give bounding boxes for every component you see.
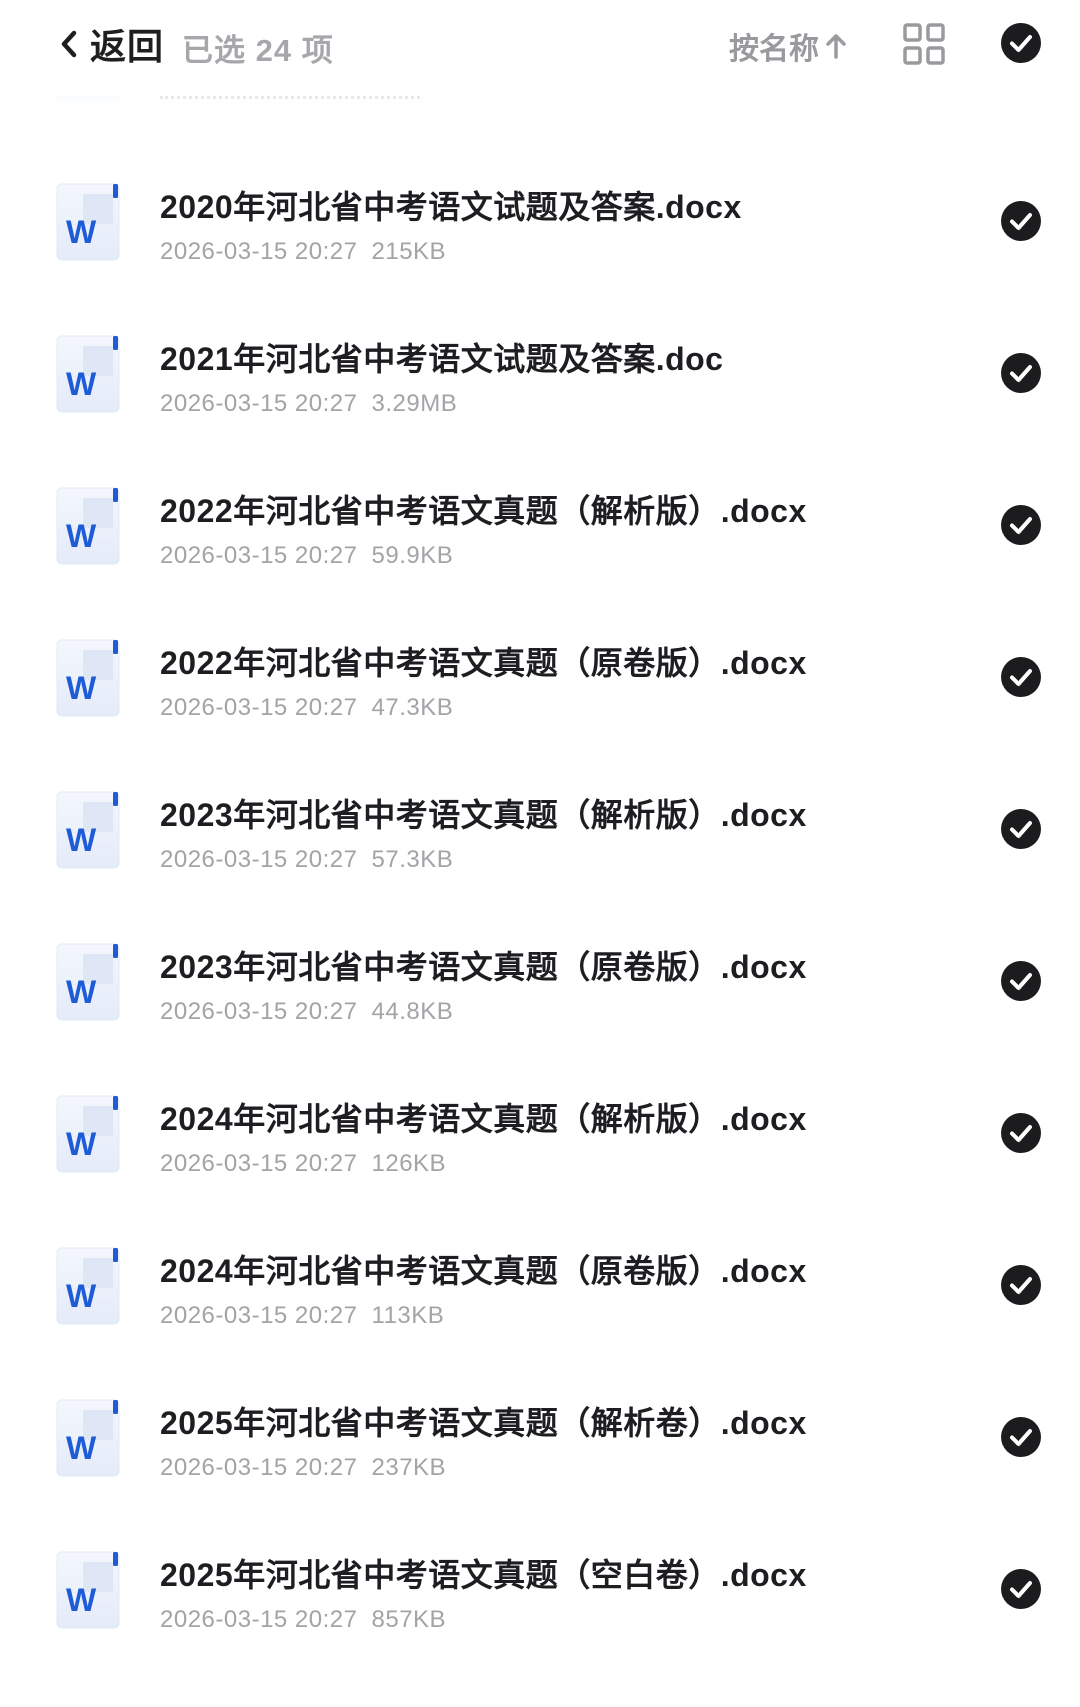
file-name: 2024年河北省中考语文真题（原卷版）.docx xyxy=(160,1253,807,1289)
file-date: 2026-03-15 20:27 xyxy=(160,542,358,569)
checkmark-circle-icon[interactable] xyxy=(1000,808,1042,850)
file-name: 2023年河北省中考语文真题（解析版）.docx xyxy=(160,797,807,833)
back-label: 返回 xyxy=(90,26,165,67)
top-bar: 返回 已选 24 项 按名称 xyxy=(0,0,1080,96)
file-row[interactable]: W 2022年河北省中考语文真题（解析版）.docx 2026-03-15 20… xyxy=(0,484,1080,624)
file-meta: 2026-03-15 20:27 857KB xyxy=(160,1606,446,1634)
file-meta: 2026-03-15 20:27 237KB xyxy=(160,1454,446,1482)
file-row[interactable]: W 2024年河北省中考语文真题（原卷版）.docx 2026-03-15 20… xyxy=(0,1244,1080,1384)
file-date: 2026-03-15 20:27 xyxy=(160,1150,358,1177)
svg-text:W: W xyxy=(66,822,97,858)
sort-label: 按名称 xyxy=(729,33,819,66)
file-size: 126KB xyxy=(371,1150,447,1177)
file-selection-screen: 返回 已选 24 项 按名称 W 2020年河北省中考语文试题及答案.docx … xyxy=(0,0,1080,1707)
file-date: 2026-03-15 20:27 xyxy=(160,846,358,873)
checkmark-circle-icon[interactable] xyxy=(1000,656,1042,698)
checkmark-circle-icon[interactable] xyxy=(1000,504,1042,546)
word-document-icon: W xyxy=(55,332,125,416)
file-name: 2022年河北省中考语文真题（解析版）.docx xyxy=(160,493,807,529)
checkmark-circle-icon[interactable] xyxy=(1000,352,1042,394)
word-document-icon: W xyxy=(55,1244,125,1328)
file-row[interactable]: W 2023年河北省中考语文真题（原卷版）.docx 2026-03-15 20… xyxy=(0,940,1080,1080)
file-meta: 2026-03-15 20:27 3.29MB xyxy=(160,390,457,418)
svg-text:W: W xyxy=(66,214,97,250)
file-date: 2026-03-15 20:27 xyxy=(160,1454,358,1481)
checkmark-circle-icon[interactable] xyxy=(1000,960,1042,1002)
file-size: 237KB xyxy=(371,1454,447,1481)
svg-text:W: W xyxy=(66,1430,97,1466)
file-date: 2026-03-15 20:27 xyxy=(160,694,358,721)
file-size: 857KB xyxy=(371,1606,447,1633)
select-all-checkmark-icon[interactable] xyxy=(1000,22,1042,64)
file-meta: 2026-03-15 20:27 126KB xyxy=(160,1150,446,1178)
file-size: 113KB xyxy=(371,1302,445,1329)
svg-text:W: W xyxy=(66,974,97,1010)
svg-text:W: W xyxy=(66,518,97,554)
file-row[interactable]: W 2022年河北省中考语文真题（原卷版）.docx 2026-03-15 20… xyxy=(0,636,1080,776)
file-row[interactable]: W 2023年河北省中考语文真题（解析版）.docx 2026-03-15 20… xyxy=(0,788,1080,928)
arrow-up-icon xyxy=(825,33,847,59)
selected-count: 已选 24 项 xyxy=(182,33,334,68)
file-date: 2026-03-15 20:27 xyxy=(160,998,358,1025)
file-row[interactable]: W 2020年河北省中考语文试题及答案.docx 2026-03-15 20:2… xyxy=(0,180,1080,320)
file-name: 2025年河北省中考语文真题（解析卷）.docx xyxy=(160,1405,807,1441)
sort-by-name-button[interactable]: 按名称 xyxy=(729,24,847,68)
file-meta: 2026-03-15 20:27 113KB xyxy=(160,1302,444,1330)
file-row[interactable]: W 2021年河北省中考语文试题及答案.doc 2026-03-15 20:27… xyxy=(0,332,1080,472)
word-document-icon: W xyxy=(55,1396,125,1480)
word-document-icon: W xyxy=(55,484,125,568)
file-name: 2021年河北省中考语文试题及答案.doc xyxy=(160,341,724,377)
file-name: 2025年河北省中考语文真题（空白卷）.docx xyxy=(160,1557,807,1593)
file-size: 47.3KB xyxy=(371,694,454,721)
word-document-icon: W xyxy=(55,180,125,264)
checkmark-circle-icon[interactable] xyxy=(1000,1416,1042,1458)
checkmark-circle-icon[interactable] xyxy=(1000,1112,1042,1154)
file-name: 2023年河北省中考语文真题（原卷版）.docx xyxy=(160,949,807,985)
file-name: 2022年河北省中考语文真题（原卷版）.docx xyxy=(160,645,807,681)
file-date: 2026-03-15 20:27 xyxy=(160,1302,358,1329)
checkmark-circle-icon[interactable] xyxy=(1000,1264,1042,1306)
checkmark-circle-icon[interactable] xyxy=(1000,1568,1042,1610)
svg-text:W: W xyxy=(66,1126,97,1162)
file-meta: 2026-03-15 20:27 57.3KB xyxy=(160,846,453,874)
file-name: 2024年河北省中考语文真题（解析版）.docx xyxy=(160,1101,807,1137)
file-date: 2026-03-15 20:27 xyxy=(160,238,358,265)
file-size: 3.29MB xyxy=(371,390,458,417)
file-meta: 2026-03-15 20:27 44.8KB xyxy=(160,998,453,1026)
word-document-icon: W xyxy=(55,1548,125,1632)
file-size: 215KB xyxy=(371,238,447,265)
file-meta: 2026-03-15 20:27 59.9KB xyxy=(160,542,453,570)
svg-text:W: W xyxy=(66,1582,97,1618)
word-document-icon: W xyxy=(55,1092,125,1176)
file-row[interactable]: W 2025年河北省中考语文真题（空白卷）.docx 2026-03-15 20… xyxy=(0,1548,1080,1688)
svg-text:W: W xyxy=(66,670,97,706)
word-document-icon: W xyxy=(55,940,125,1024)
chevron-left-icon xyxy=(56,26,82,62)
back-button[interactable]: 返回 xyxy=(56,18,164,70)
file-meta: 2026-03-15 20:27 47.3KB xyxy=(160,694,453,722)
file-row[interactable]: W 2025年河北省中考语文真题（解析卷）.docx 2026-03-15 20… xyxy=(0,1396,1080,1536)
grid-view-icon[interactable] xyxy=(902,22,946,66)
svg-text:W: W xyxy=(66,366,97,402)
file-date: 2026-03-15 20:27 xyxy=(160,390,358,417)
checkmark-circle-icon[interactable] xyxy=(1000,200,1042,242)
file-meta: 2026-03-15 20:27 215KB xyxy=(160,238,446,266)
file-row[interactable]: W 2024年河北省中考语文真题（解析版）.docx 2026-03-15 20… xyxy=(0,1092,1080,1232)
svg-text:W: W xyxy=(66,1278,97,1314)
word-document-icon: W xyxy=(55,636,125,720)
file-size: 59.9KB xyxy=(371,542,454,569)
file-date: 2026-03-15 20:27 xyxy=(160,1606,358,1633)
file-name: 2020年河北省中考语文试题及答案.docx xyxy=(160,189,742,225)
word-document-icon: W xyxy=(55,788,125,872)
file-size: 57.3KB xyxy=(371,846,454,873)
file-size: 44.8KB xyxy=(371,998,454,1025)
